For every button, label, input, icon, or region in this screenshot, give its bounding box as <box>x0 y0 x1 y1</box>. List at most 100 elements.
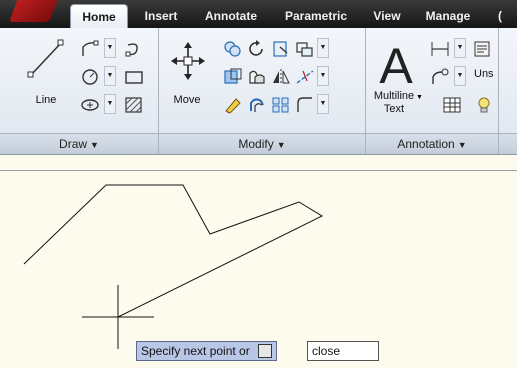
overflow-panel-title <box>499 133 517 154</box>
fillet-button[interactable] <box>293 94 317 116</box>
draw-panel: Line ▼ ▼ ▼ Draw ▼ <box>0 28 159 154</box>
tab-manage[interactable]: Manage <box>418 4 478 28</box>
explode-icon <box>296 42 313 57</box>
chevron-down-icon: ▼ <box>457 140 467 150</box>
mirror-copy-button[interactable] <box>245 66 269 88</box>
circle-dropdown[interactable]: ▼ <box>104 66 116 86</box>
copy-icon <box>224 41 241 57</box>
offset-button[interactable] <box>245 94 269 116</box>
ribbon: Line ▼ ▼ ▼ Draw ▼ Move ▼ ▼ ▼ Modify ▼ A … <box>0 28 517 155</box>
fillet-icon <box>297 97 312 112</box>
tab-parametric[interactable]: Parametric <box>277 4 355 28</box>
array-button[interactable] <box>269 94 293 116</box>
erase-icon <box>225 98 241 114</box>
table-icon <box>443 97 461 113</box>
svg-text:A: A <box>379 38 413 91</box>
copy-button[interactable] <box>221 38 245 60</box>
hatch-icon <box>125 97 142 113</box>
explode-dropdown[interactable]: ▼ <box>317 38 329 58</box>
mirror-copy-icon <box>249 70 265 84</box>
trim-button[interactable] <box>269 38 293 60</box>
line-icon <box>27 39 64 78</box>
drawing-canvas[interactable] <box>0 170 517 363</box>
ribbon-spacer <box>0 155 517 170</box>
trim-icon <box>273 41 288 57</box>
draw-panel-title[interactable]: Draw ▼ <box>0 133 158 154</box>
explode-button[interactable] <box>293 38 317 60</box>
line-button[interactable] <box>22 36 72 98</box>
multiline-text-label-line1: Multiline <box>373 90 415 102</box>
tab-insert[interactable]: Insert <box>138 4 184 28</box>
ribbon-overflow-panel <box>499 28 517 154</box>
lightbulb-button[interactable] <box>470 94 498 116</box>
leader-button[interactable] <box>428 66 452 88</box>
modify-panel-title[interactable]: Modify ▼ <box>159 133 365 154</box>
rotate-icon <box>249 40 263 56</box>
text-style-combo[interactable]: Uns <box>474 68 494 80</box>
annotation-panel-title[interactable]: Annotation ▼ <box>366 133 498 154</box>
rectangle-button[interactable] <box>122 66 146 88</box>
hatch-button[interactable] <box>122 94 146 116</box>
options-arrow-icon[interactable] <box>257 343 272 358</box>
linear-dimension-icon <box>431 42 449 56</box>
mirror-button[interactable] <box>269 66 293 88</box>
move-label: Move <box>173 94 201 106</box>
circle-icon <box>82 69 98 85</box>
fillet-dropdown[interactable]: ▼ <box>317 94 329 114</box>
array-icon <box>272 97 289 113</box>
circle-button[interactable] <box>78 66 102 88</box>
erase-button[interactable] <box>221 94 245 116</box>
ellipse-icon <box>81 99 99 111</box>
multiline-text-button[interactable]: A <box>372 36 420 92</box>
modify-panel-title-label: Modify <box>238 137 274 151</box>
multiline-text-label: Multiline Text <box>368 90 420 116</box>
polyline-dropdown[interactable]: ▼ <box>104 38 116 58</box>
drawn-polyline <box>23 184 324 318</box>
annotation-panel-title-label: Annotation <box>397 137 455 151</box>
multiline-text-icon: A <box>379 38 413 91</box>
polyline-icon <box>82 40 99 56</box>
offset-icon <box>250 98 264 112</box>
application-menu-logo[interactable] <box>9 0 59 22</box>
table-button[interactable] <box>440 94 464 116</box>
extend-icon <box>296 70 314 84</box>
leader-icon <box>432 68 449 84</box>
tab-overflow[interactable]: ( <box>490 4 510 28</box>
stretch-button[interactable] <box>221 66 245 88</box>
text-style-icon <box>474 41 490 57</box>
dynamic-input-prompt: Specify next point or <box>136 341 277 361</box>
move-button[interactable] <box>167 38 209 84</box>
move-icon <box>171 42 205 80</box>
ellipse-button[interactable] <box>78 94 102 116</box>
extend-button[interactable] <box>293 66 317 88</box>
multiline-text-label-line2: Text <box>383 103 405 115</box>
multiline-text-dropdown-icon[interactable]: ▼ <box>416 94 423 101</box>
tab-view[interactable]: View <box>367 4 407 28</box>
stretch-icon <box>224 68 242 84</box>
rectangle-icon <box>125 71 143 84</box>
leader-dropdown[interactable]: ▼ <box>454 66 466 86</box>
dimension-dropdown[interactable]: ▼ <box>454 38 466 58</box>
text-style-button[interactable] <box>470 38 498 60</box>
linear-dimension-button[interactable] <box>428 38 452 60</box>
modify-panel: Move ▼ ▼ ▼ Modify ▼ <box>159 28 366 154</box>
chevron-down-icon: ▼ <box>276 140 286 150</box>
mirror-icon <box>273 69 290 85</box>
spline-button[interactable] <box>122 38 146 60</box>
draw-panel-title-label: Draw <box>59 137 88 151</box>
extend-dropdown[interactable]: ▼ <box>317 66 329 86</box>
tab-home[interactable]: Home <box>70 4 128 29</box>
crosshair-cursor-icon <box>82 285 154 349</box>
ellipse-dropdown[interactable]: ▼ <box>104 94 116 114</box>
chevron-down-icon: ▼ <box>90 140 99 150</box>
tab-annotate[interactable]: Annotate <box>198 4 264 28</box>
drawing-geometry <box>23 184 324 349</box>
prompt-text: Specify next point or <box>141 344 250 358</box>
annotation-panel: A Multiline Text ▼ ▼ ▼ Uns Annotation ▼ <box>366 28 499 154</box>
polyline-button[interactable] <box>78 38 102 60</box>
lightbulb-icon <box>478 97 490 113</box>
spline-icon <box>125 43 138 57</box>
ribbon-tab-bar: Home Insert Annotate Parametric View Man… <box>0 0 517 29</box>
dynamic-input-field[interactable]: close <box>307 341 379 361</box>
rotate-button[interactable] <box>245 38 269 60</box>
